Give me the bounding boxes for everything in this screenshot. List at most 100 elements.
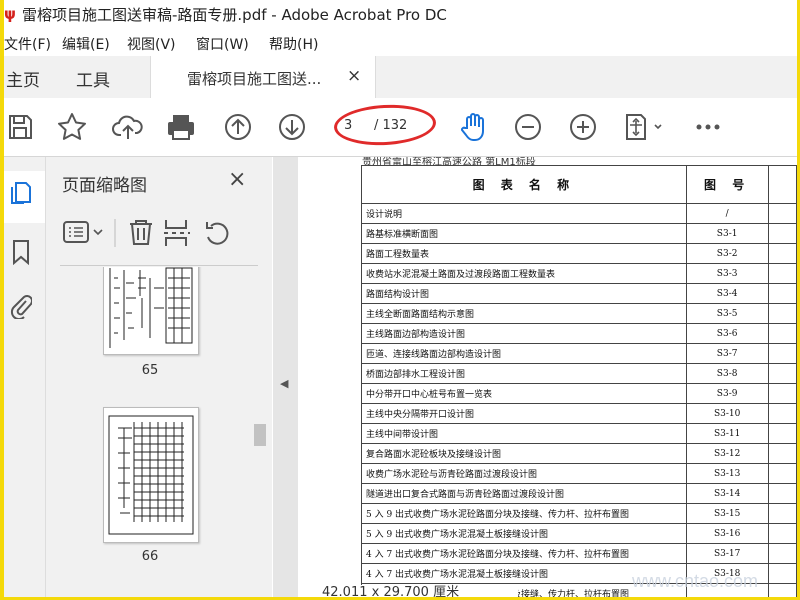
row-name: 匝道、连接线路面边部构造设计图 bbox=[361, 343, 687, 364]
hand-tool-icon[interactable] bbox=[458, 111, 490, 143]
row-name: 路面工程数量表 bbox=[361, 243, 687, 264]
options-menu-icon[interactable] bbox=[63, 221, 103, 243]
acrobat-window: ψ 雷榕项目施工图送审稿-路面专册.pdf - Adobe Acrobat Pr… bbox=[4, 0, 797, 597]
thumbnail-pane: 页面缩略图 × 65 66 bbox=[46, 157, 272, 597]
collapse-pane-icon[interactable]: ◀ bbox=[280, 377, 288, 390]
table-row: 路面结构设计图 S3-4 bbox=[361, 283, 797, 304]
row-extra bbox=[767, 463, 797, 484]
zoom-in-icon[interactable] bbox=[567, 111, 599, 143]
row-extra bbox=[767, 443, 797, 464]
table-row: 5 入 9 出式收费广场水泥混凝土板接缝设计图 S3-16 bbox=[361, 523, 797, 544]
row-number: S3-11 bbox=[685, 423, 769, 444]
close-tab-icon[interactable]: × bbox=[347, 66, 361, 86]
thumbnail-page-66[interactable] bbox=[103, 407, 199, 543]
row-number: S3-7 bbox=[685, 343, 769, 364]
zoom-out-icon[interactable] bbox=[512, 111, 544, 143]
tab-document-label: 雷榕项目施工图送... bbox=[187, 70, 322, 88]
table-header-row: 图 表 名 称 图 号 bbox=[361, 165, 797, 204]
table-row: 主线中间带设计图 S3-11 bbox=[361, 423, 797, 444]
row-extra bbox=[767, 203, 797, 224]
menu-help[interactable]: 帮助(H) bbox=[269, 34, 318, 54]
more-icon[interactable] bbox=[692, 111, 724, 143]
table-row: 中分带开口中心桩号布置一览表 S3-9 bbox=[361, 383, 797, 404]
row-number: S3-3 bbox=[685, 263, 769, 284]
rotate-page-icon[interactable] bbox=[206, 222, 229, 245]
pane-divider bbox=[60, 265, 258, 266]
save-icon[interactable] bbox=[4, 111, 36, 143]
row-number: S3-16 bbox=[685, 523, 769, 544]
row-name: 隧道进出口复合式路面与沥青砼路面过渡段设计图 bbox=[361, 483, 687, 504]
row-extra bbox=[767, 583, 797, 597]
page-size-readout: 42.011 x 29.700 厘米 bbox=[322, 585, 460, 597]
cloud-upload-icon[interactable] bbox=[112, 111, 144, 143]
attachments-icon[interactable] bbox=[10, 293, 33, 321]
row-name: 桥面边部排水工程设计图 bbox=[361, 363, 687, 384]
row-extra bbox=[767, 523, 797, 544]
row-number: S3-2 bbox=[685, 243, 769, 264]
row-number: S3-5 bbox=[685, 303, 769, 324]
column-header-extra bbox=[767, 165, 797, 204]
fit-page-icon[interactable] bbox=[621, 111, 665, 143]
row-extra bbox=[767, 283, 797, 304]
delete-page-icon[interactable] bbox=[130, 220, 152, 245]
thumbnail-scrollbar[interactable] bbox=[252, 267, 268, 597]
extract-page-icon[interactable] bbox=[164, 220, 190, 246]
page-up-icon[interactable] bbox=[222, 111, 254, 143]
row-name: 路面结构设计图 bbox=[361, 283, 687, 304]
row-extra bbox=[767, 363, 797, 384]
thumbnail-page-65[interactable] bbox=[103, 267, 199, 355]
row-number: S3-14 bbox=[685, 483, 769, 504]
pane-title: 页面缩略图 bbox=[62, 176, 147, 196]
tab-home[interactable]: 主页 bbox=[6, 66, 40, 91]
row-name: 主线中央分隔带开口设计图 bbox=[361, 403, 687, 424]
row-number: S3-1 bbox=[685, 223, 769, 244]
row-number: S3-6 bbox=[685, 323, 769, 344]
tab-tools[interactable]: 工具 bbox=[76, 66, 110, 91]
column-header-name: 图 表 名 称 bbox=[361, 165, 687, 204]
table-row: 4 入 7 出式收费广场水泥砼路面分块及接缝、传力杆、拉杆布置图 S3-17 bbox=[361, 543, 797, 564]
row-name: 设计说明 bbox=[361, 203, 687, 224]
thumbnail-label-66: 66 bbox=[141, 549, 159, 564]
row-number: S3-13 bbox=[685, 463, 769, 484]
menu-view[interactable]: 视图(V) bbox=[127, 34, 176, 54]
tab-document[interactable]: 雷榕项目施工图送... × bbox=[150, 56, 376, 99]
thumbnail-label-65: 65 bbox=[141, 363, 159, 378]
print-icon[interactable] bbox=[165, 111, 197, 143]
table-row: 主线全断面路面结构示意图 S3-5 bbox=[361, 303, 797, 324]
table-row: 收费广场水泥砼与沥青砼路面过渡段设计图 S3-13 bbox=[361, 463, 797, 484]
row-extra bbox=[767, 423, 797, 444]
thumbnail-list: 65 66 bbox=[46, 267, 256, 597]
table-row: 路基标准横断面图 S3-1 bbox=[361, 223, 797, 244]
row-number: S3-9 bbox=[685, 383, 769, 404]
row-extra bbox=[767, 403, 797, 424]
pdf-page: 贵州省雷山至榕江高速公路 第LM1标段 图 表 名 称 图 号 设计说明 / 路基标… bbox=[298, 157, 797, 597]
row-extra bbox=[767, 223, 797, 244]
menu-edit[interactable]: 编辑(E) bbox=[62, 34, 110, 54]
row-extra bbox=[767, 383, 797, 404]
page-thumbnails-icon[interactable] bbox=[10, 179, 32, 205]
bookmarks-icon[interactable] bbox=[10, 239, 32, 266]
row-name: 5 入 9 出式收费广场水泥砼路面分块及接缝、传力杆、拉杆布置图 bbox=[361, 503, 687, 524]
row-number: S3-17 bbox=[685, 543, 769, 564]
page-down-icon[interactable] bbox=[276, 111, 308, 143]
table-row: 主线路面边部构造设计图 S3-6 bbox=[361, 323, 797, 344]
menu-window[interactable]: 窗口(W) bbox=[196, 34, 249, 54]
drawing-index-table: 图 表 名 称 图 号 设计说明 / 路基标准横断面图 S3-1 路面工程数量表 S3-2… bbox=[361, 165, 797, 597]
document-view[interactable]: ◀ 贵州省雷山至榕江高速公路 第LM1标段 图 表 名 称 图 号 设计说明 / 路… bbox=[273, 157, 797, 597]
table-row: 复合路面水泥砼板块及接缝设计图 S3-12 bbox=[361, 443, 797, 464]
pane-toolbar bbox=[60, 215, 260, 251]
row-extra bbox=[767, 303, 797, 324]
row-name: 中分带开口中心桩号布置一览表 bbox=[361, 383, 687, 404]
row-number: / bbox=[685, 203, 769, 224]
row-name: 主线路面边部构造设计图 bbox=[361, 323, 687, 344]
table-row: 设计说明 / bbox=[361, 203, 797, 224]
close-pane-icon[interactable]: × bbox=[228, 167, 246, 192]
tab-bar: 主页 工具 雷榕项目施工图送... × bbox=[4, 56, 797, 99]
table-row: 桥面边部排水工程设计图 S3-8 bbox=[361, 363, 797, 384]
row-extra bbox=[767, 543, 797, 564]
bookmark-star-icon[interactable] bbox=[56, 111, 88, 143]
menu-file[interactable]: 文件(F) bbox=[4, 34, 51, 54]
row-extra bbox=[767, 263, 797, 284]
scrollbar-thumb[interactable] bbox=[254, 424, 266, 446]
table-row: 匝道、连接线路面边部构造设计图 S3-7 bbox=[361, 343, 797, 364]
